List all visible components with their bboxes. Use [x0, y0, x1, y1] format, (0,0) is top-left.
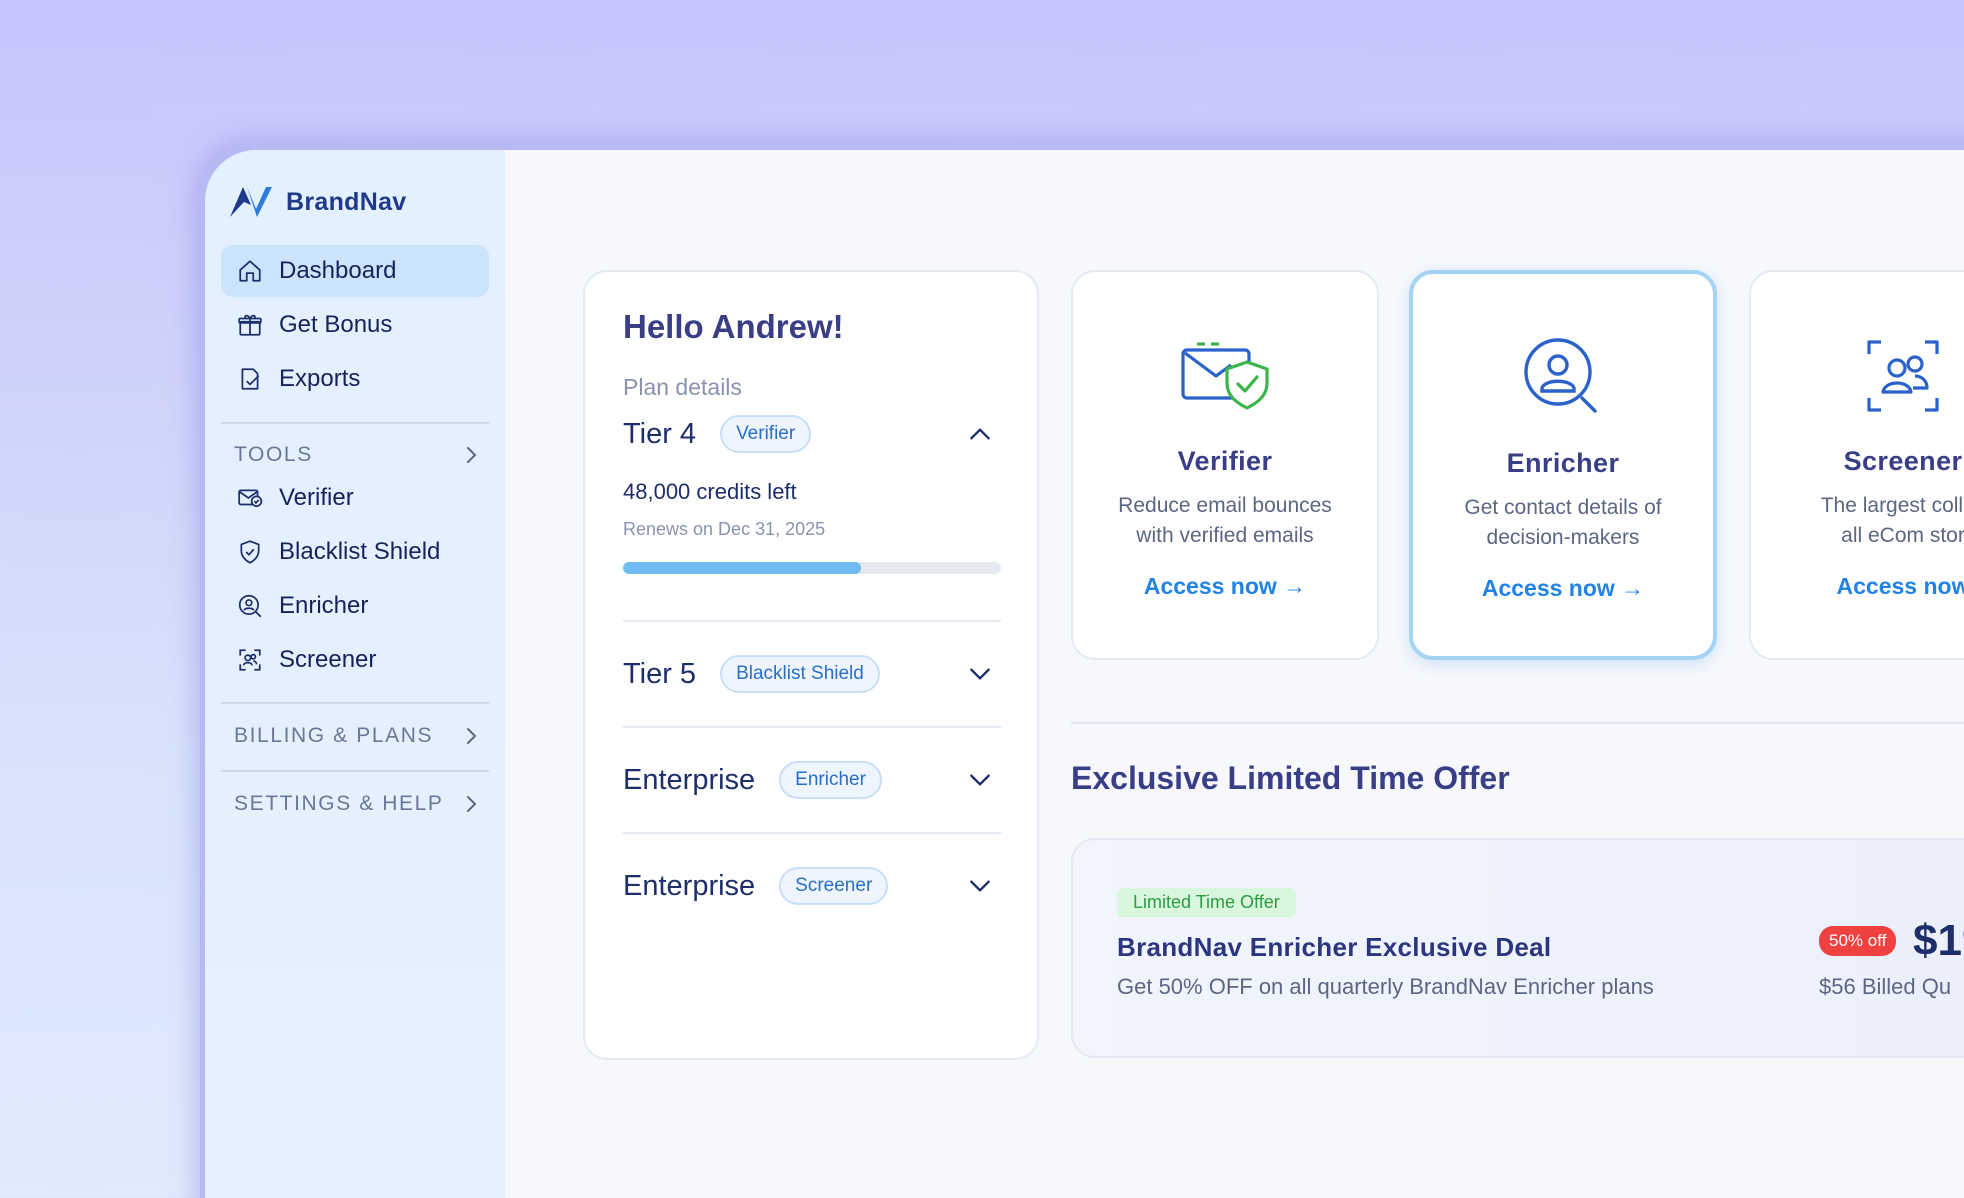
chevron-down-icon[interactable] — [967, 661, 993, 687]
credits-progress-bar — [623, 562, 1001, 574]
tool-description-line: all eCom stor — [1841, 524, 1964, 547]
sidebar-item-verifier[interactable]: Verifier — [221, 472, 489, 524]
tool-description: The largest collec all eCom stor — [1821, 491, 1964, 551]
tier-name: Tier 4 — [623, 417, 697, 450]
chevron-right-icon — [467, 796, 477, 812]
sidebar-item-exports[interactable]: Exports — [221, 353, 489, 405]
email-check-icon — [238, 489, 263, 507]
tier-row[interactable]: Enterprise Screener — [623, 834, 999, 938]
tier-badge: Verifier — [720, 415, 812, 453]
tool-card-enricher[interactable]: Enricher Get contact details of decision… — [1409, 270, 1717, 660]
sidebar-item-label: Get Bonus — [279, 311, 393, 338]
sidebar-item-label: Enricher — [279, 592, 369, 619]
sidebar-item-get-bonus[interactable]: Get Bonus — [221, 299, 489, 351]
tier-name: Tier 5 — [623, 657, 697, 690]
email-shield-icon — [1181, 342, 1269, 410]
credits-left: 48,000 credits left — [623, 479, 797, 504]
sidebar-item-blacklist-shield[interactable]: Blacklist Shield — [221, 526, 489, 578]
people-scan-icon — [1867, 340, 1939, 412]
main-content: Hello Andrew! Plan details Tier 4 Verifi… — [505, 150, 1964, 1198]
access-now-link[interactable]: Access now — [1837, 573, 1964, 600]
sidebar-item-label: Dashboard — [279, 257, 397, 284]
tool-title: Enricher — [1506, 448, 1620, 478]
sidebar: BrandNav Dashboard Get Bonus Exports TOO… — [205, 150, 505, 1198]
person-search-icon — [1524, 338, 1597, 413]
sidebar-item-label: Blacklist Shield — [279, 538, 441, 565]
offer-heading: Exclusive Limited Time Offer — [1071, 760, 1510, 796]
sidebar-divider — [221, 702, 489, 704]
gift-icon — [238, 314, 262, 336]
home-icon — [239, 260, 261, 282]
sidebar-divider — [221, 770, 489, 772]
section-label: SETTINGS & HELP — [234, 792, 444, 815]
tier-row[interactable]: Tier 5 Blacklist Shield — [623, 622, 999, 726]
tool-description-line: decision-makers — [1486, 526, 1640, 549]
greeting: Hello Andrew! — [623, 308, 844, 345]
tool-card-screener[interactable]: Screener The largest collec all eCom sto… — [1749, 270, 1964, 660]
tier-row[interactable]: Tier 4 Verifier — [623, 415, 999, 453]
shield-check-icon — [240, 540, 260, 564]
chevron-down-icon[interactable] — [967, 767, 993, 793]
tier-badge: Blacklist Shield — [720, 655, 880, 693]
offer-description: Get 50% OFF on all quarterly BrandNav En… — [1117, 974, 1654, 999]
limited-time-badge: Limited Time Offer — [1117, 888, 1296, 917]
tier-badge: Enricher — [779, 761, 882, 799]
chevron-down-icon[interactable] — [967, 873, 993, 899]
sidebar-section-billing[interactable]: BILLING & PLANS — [234, 724, 489, 748]
tier-name: Enterprise — [623, 869, 756, 902]
person-search-icon — [238, 594, 262, 618]
access-now-link[interactable]: Access now → — [1144, 573, 1306, 600]
tool-description: Get contact details of decision-makers — [1464, 493, 1661, 553]
sidebar-section-tools[interactable]: TOOLS — [234, 443, 489, 467]
discount-badge: 50% off — [1819, 926, 1897, 956]
tool-description-line: The largest collec — [1820, 494, 1964, 517]
access-now-link[interactable]: Access now → — [1482, 575, 1644, 602]
tool-description-line: with verified emails — [1136, 524, 1314, 547]
plan-details-card: Hello Andrew! Plan details Tier 4 Verifi… — [583, 270, 1039, 1060]
people-scan-icon — [239, 649, 261, 671]
tool-description-line: Get contact details of — [1464, 496, 1662, 519]
brand-name: BrandNav — [286, 187, 407, 216]
section-divider — [1071, 722, 1964, 724]
tool-description: Reduce email bounces with verified email… — [1118, 491, 1332, 551]
sidebar-divider — [221, 422, 489, 424]
sidebar-item-label: Verifier — [279, 484, 354, 511]
sidebar-item-enricher[interactable]: Enricher — [221, 580, 489, 632]
sidebar-item-screener[interactable]: Screener — [221, 634, 489, 686]
tier-row[interactable]: Enterprise Enricher — [623, 728, 999, 832]
offer-title: BrandNav Enricher Exclusive Deal — [1117, 932, 1552, 962]
sidebar-item-label: Screener — [279, 646, 377, 673]
chevron-up-icon[interactable] — [967, 421, 993, 447]
chevron-right-icon — [467, 728, 477, 744]
section-label: TOOLS — [234, 443, 313, 466]
tier-name: Enterprise — [623, 763, 756, 796]
brandnav-logo-icon — [230, 187, 272, 217]
tier-badge: Screener — [779, 867, 889, 905]
tool-card-verifier[interactable]: Verifier Reduce email bounces with verif… — [1071, 270, 1379, 660]
sidebar-item-dashboard[interactable]: Dashboard — [221, 245, 489, 297]
export-document-icon — [241, 368, 260, 390]
app-window: BrandNav Dashboard Get Bonus Exports TOO… — [200, 145, 1964, 1198]
tool-description-line: Reduce email bounces — [1118, 494, 1332, 517]
progress-fill — [623, 562, 862, 574]
offer-card[interactable]: Limited Time Offer BrandNav Enricher Exc… — [1071, 838, 1964, 1058]
renewal-date: Renews on Dec 31, 2025 — [623, 519, 826, 539]
brand-logo[interactable]: BrandNav — [230, 185, 407, 219]
billing-note: $56 Billed Qu — [1819, 974, 1952, 999]
chevron-right-icon — [467, 447, 477, 463]
tool-title: Screener — [1843, 446, 1963, 476]
section-label: BILLING & PLANS — [234, 724, 434, 747]
sidebar-item-label: Exports — [279, 365, 361, 392]
tool-title: Verifier — [1177, 446, 1273, 476]
offer-price: $19 — [1913, 916, 1964, 965]
plan-details-label: Plan details — [623, 374, 742, 400]
sidebar-section-settings[interactable]: SETTINGS & HELP — [234, 792, 489, 816]
